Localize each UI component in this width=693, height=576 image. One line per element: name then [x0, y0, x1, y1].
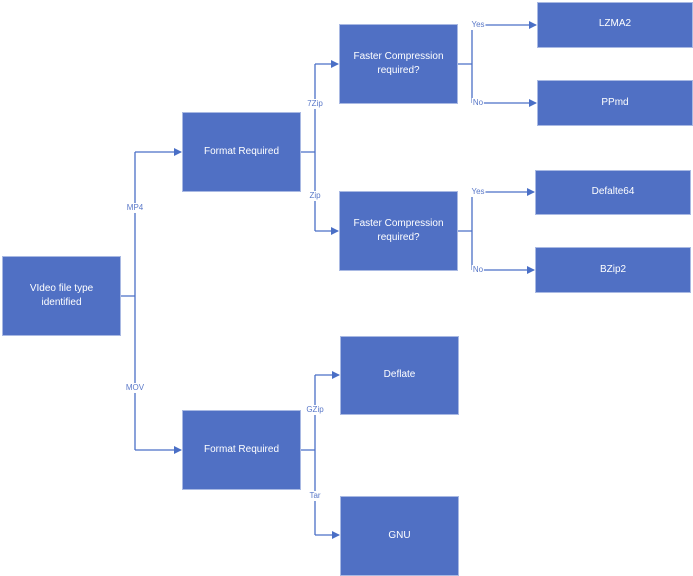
- edge-label-mp4: MP4: [125, 203, 145, 213]
- edge-label-yes-7zip: Yes: [470, 20, 486, 30]
- node-faster-compression-zip: Faster Compression required?: [339, 191, 458, 271]
- node-bzip2: BZip2: [535, 247, 691, 293]
- node-deflate: Deflate: [340, 336, 459, 415]
- node-ppmd: PPmd: [537, 80, 693, 126]
- connector-faster1-trunk: [457, 25, 473, 103]
- node-lzma2: LZMA2: [537, 2, 693, 48]
- edge-label-gzip: GZip: [305, 405, 325, 415]
- connector-video-trunk: [120, 152, 136, 450]
- edge-label-no-zip: No: [471, 265, 485, 275]
- edge-label-zip: Zip: [308, 191, 322, 201]
- node-faster-compression-7zip: Faster Compression required?: [339, 24, 458, 104]
- edge-label-tar: Tar: [308, 491, 322, 501]
- node-format-required-mp4: Format Required: [182, 112, 301, 192]
- node-gnu: GNU: [340, 496, 459, 576]
- edge-label-no-7zip: No: [471, 98, 485, 108]
- connector-format1-trunk: [300, 64, 316, 231]
- node-video-identified: VIdeo file type identified: [2, 256, 121, 336]
- node-deflate64: Defalte64: [535, 170, 691, 215]
- edge-label-mov: MOV: [124, 383, 146, 393]
- connector-format2-trunk: [300, 375, 316, 535]
- edge-label-7zip: 7Zip: [306, 99, 324, 109]
- connector-faster2-trunk: [457, 192, 473, 270]
- edge-label-yes-zip: Yes: [470, 187, 486, 197]
- node-format-required-mov: Format Required: [182, 410, 301, 490]
